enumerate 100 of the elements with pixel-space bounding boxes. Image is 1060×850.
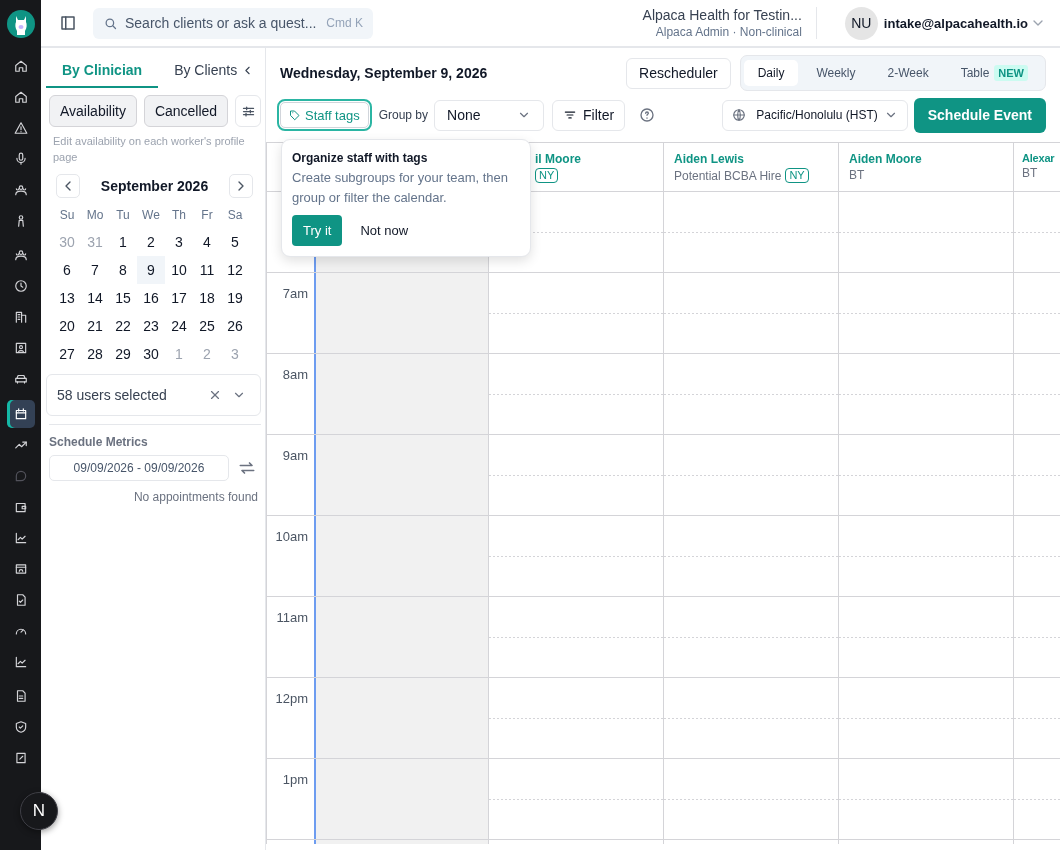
view-tab[interactable]: By Clinician bbox=[46, 52, 159, 88]
time-slot[interactable] bbox=[488, 678, 663, 758]
calendar-day[interactable]: 6 bbox=[53, 256, 81, 284]
calendar-day[interactable]: 11 bbox=[193, 256, 221, 284]
dev-badge[interactable]: N bbox=[20, 792, 58, 830]
time-slot[interactable] bbox=[838, 516, 1013, 596]
time-slot[interactable] bbox=[663, 597, 838, 677]
unavailable-time-slot[interactable] bbox=[314, 273, 488, 353]
calendar-day[interactable]: 3 bbox=[165, 228, 193, 256]
staff-name[interactable]: il Moore bbox=[535, 152, 653, 166]
staff-tags-button[interactable]: Staff tags bbox=[280, 102, 369, 128]
calendar-day[interactable]: 9 bbox=[137, 256, 165, 284]
time-slot[interactable] bbox=[663, 192, 838, 272]
time-slot[interactable] bbox=[1013, 678, 1060, 758]
time-slot[interactable] bbox=[1013, 192, 1060, 272]
time-slot[interactable] bbox=[1013, 435, 1060, 515]
calendar-day[interactable]: 22 bbox=[109, 312, 137, 340]
try-it-button[interactable]: Try it bbox=[292, 215, 343, 246]
time-slot[interactable] bbox=[1013, 597, 1060, 677]
previous-month-button[interactable] bbox=[56, 174, 80, 198]
unavailable-time-slot[interactable] bbox=[314, 435, 488, 515]
calendar-day[interactable]: 12 bbox=[221, 256, 249, 284]
calendar-day[interactable]: 7 bbox=[81, 256, 109, 284]
time-slot[interactable] bbox=[1013, 354, 1060, 434]
calendar-day[interactable]: 2 bbox=[137, 228, 165, 256]
not-now-button[interactable]: Not now bbox=[360, 223, 409, 238]
user-email[interactable]: intake@alpacahealth.io bbox=[883, 15, 1028, 31]
time-slot[interactable] bbox=[488, 759, 663, 839]
unavailable-time-slot[interactable] bbox=[314, 759, 488, 839]
time-slot[interactable] bbox=[488, 516, 663, 596]
time-slot[interactable] bbox=[838, 273, 1013, 353]
view-tab[interactable]: Table NEW bbox=[946, 59, 1042, 87]
calendar-day[interactable]: 18 bbox=[193, 284, 221, 312]
time-slot[interactable] bbox=[663, 516, 838, 596]
group-by-select[interactable]: None bbox=[434, 99, 545, 131]
time-slot[interactable] bbox=[663, 273, 838, 353]
calendar-day[interactable]: 24 bbox=[165, 312, 193, 340]
calendar-day[interactable]: 15 bbox=[109, 284, 137, 312]
calendar-day[interactable]: 25 bbox=[193, 312, 221, 340]
time-slot[interactable] bbox=[838, 192, 1013, 272]
time-slot[interactable] bbox=[838, 597, 1013, 677]
unavailable-time-slot[interactable] bbox=[314, 516, 488, 596]
staff-name[interactable]: Alexar bbox=[1022, 152, 1060, 164]
view-tab[interactable]: Daily bbox=[743, 60, 799, 86]
calendar-day[interactable]: 10 bbox=[165, 256, 193, 284]
unavailable-time-slot[interactable] bbox=[314, 354, 488, 434]
calendar-day[interactable]: 14 bbox=[81, 284, 109, 312]
view-tab[interactable]: By Clients bbox=[158, 52, 242, 88]
calendar-day[interactable]: 30 bbox=[137, 340, 165, 368]
calendar-day[interactable]: 13 bbox=[53, 284, 81, 312]
nav-item[interactable] bbox=[6, 399, 35, 428]
time-slot[interactable] bbox=[1013, 516, 1060, 596]
view-tab[interactable]: 2-Week bbox=[873, 60, 943, 86]
time-slot[interactable] bbox=[488, 597, 663, 677]
calendar-day[interactable]: 20 bbox=[53, 312, 81, 340]
time-slot[interactable] bbox=[488, 354, 663, 434]
filter-toggle[interactable]: Cancelled bbox=[143, 95, 229, 127]
time-slot[interactable] bbox=[663, 678, 838, 758]
next-month-button[interactable] bbox=[229, 174, 253, 198]
rescheduler-button[interactable]: Rescheduler bbox=[626, 57, 731, 89]
calendar-day[interactable]: 17 bbox=[165, 284, 193, 312]
staff-name[interactable]: Aiden Moore bbox=[849, 152, 1003, 166]
unavailable-time-slot[interactable] bbox=[314, 678, 488, 758]
sidebar-toggle-icon[interactable] bbox=[59, 14, 77, 32]
calendar-day[interactable]: 29 bbox=[109, 340, 137, 368]
calendar-day[interactable]: 5 bbox=[221, 228, 249, 256]
time-slot[interactable] bbox=[838, 759, 1013, 839]
user-avatar[interactable]: NU bbox=[844, 6, 878, 40]
time-slot[interactable] bbox=[838, 435, 1013, 515]
staff-name[interactable]: Aiden Lewis bbox=[674, 152, 828, 166]
filter-toggle[interactable]: Availability bbox=[49, 95, 137, 127]
calendar-day[interactable]: 21 bbox=[81, 312, 109, 340]
time-slot[interactable] bbox=[838, 354, 1013, 434]
schedule-event-button[interactable]: Schedule Event bbox=[913, 97, 1046, 133]
time-slot[interactable] bbox=[488, 273, 663, 353]
user-select[interactable]: 58 users selected bbox=[46, 374, 261, 416]
time-slot[interactable] bbox=[1013, 273, 1060, 353]
time-slot[interactable] bbox=[1013, 759, 1060, 839]
time-slot[interactable] bbox=[838, 678, 1013, 758]
view-tab[interactable]: Weekly bbox=[802, 60, 870, 86]
calendar-day[interactable]: 27 bbox=[53, 340, 81, 368]
date-range-field[interactable]: 09/09/2026 - 09/09/2026 bbox=[49, 455, 229, 481]
calendar-day[interactable]: 26 bbox=[221, 312, 249, 340]
calendar-day[interactable]: 16 bbox=[137, 284, 165, 312]
search-field[interactable]: Search clients or ask a quest... Cmd K bbox=[93, 7, 373, 39]
calendar-day[interactable]: 8 bbox=[109, 256, 137, 284]
timezone-select[interactable]: Pacific/Honolulu (HST) bbox=[722, 99, 908, 131]
time-slot[interactable] bbox=[488, 435, 663, 515]
time-slot[interactable] bbox=[663, 759, 838, 839]
calendar-day[interactable]: 19 bbox=[221, 284, 249, 312]
time-slot[interactable] bbox=[663, 354, 838, 434]
help-icon[interactable] bbox=[639, 107, 656, 123]
filter-button[interactable]: Filter bbox=[552, 99, 626, 131]
calendar-day[interactable]: 23 bbox=[137, 312, 165, 340]
calendar-day[interactable]: 1 bbox=[109, 228, 137, 256]
logo-icon[interactable] bbox=[6, 10, 35, 38]
settings-button[interactable] bbox=[235, 95, 261, 127]
calendar-day[interactable]: 4 bbox=[193, 228, 221, 256]
unavailable-time-slot[interactable] bbox=[314, 597, 488, 677]
calendar-day[interactable]: 28 bbox=[81, 340, 109, 368]
